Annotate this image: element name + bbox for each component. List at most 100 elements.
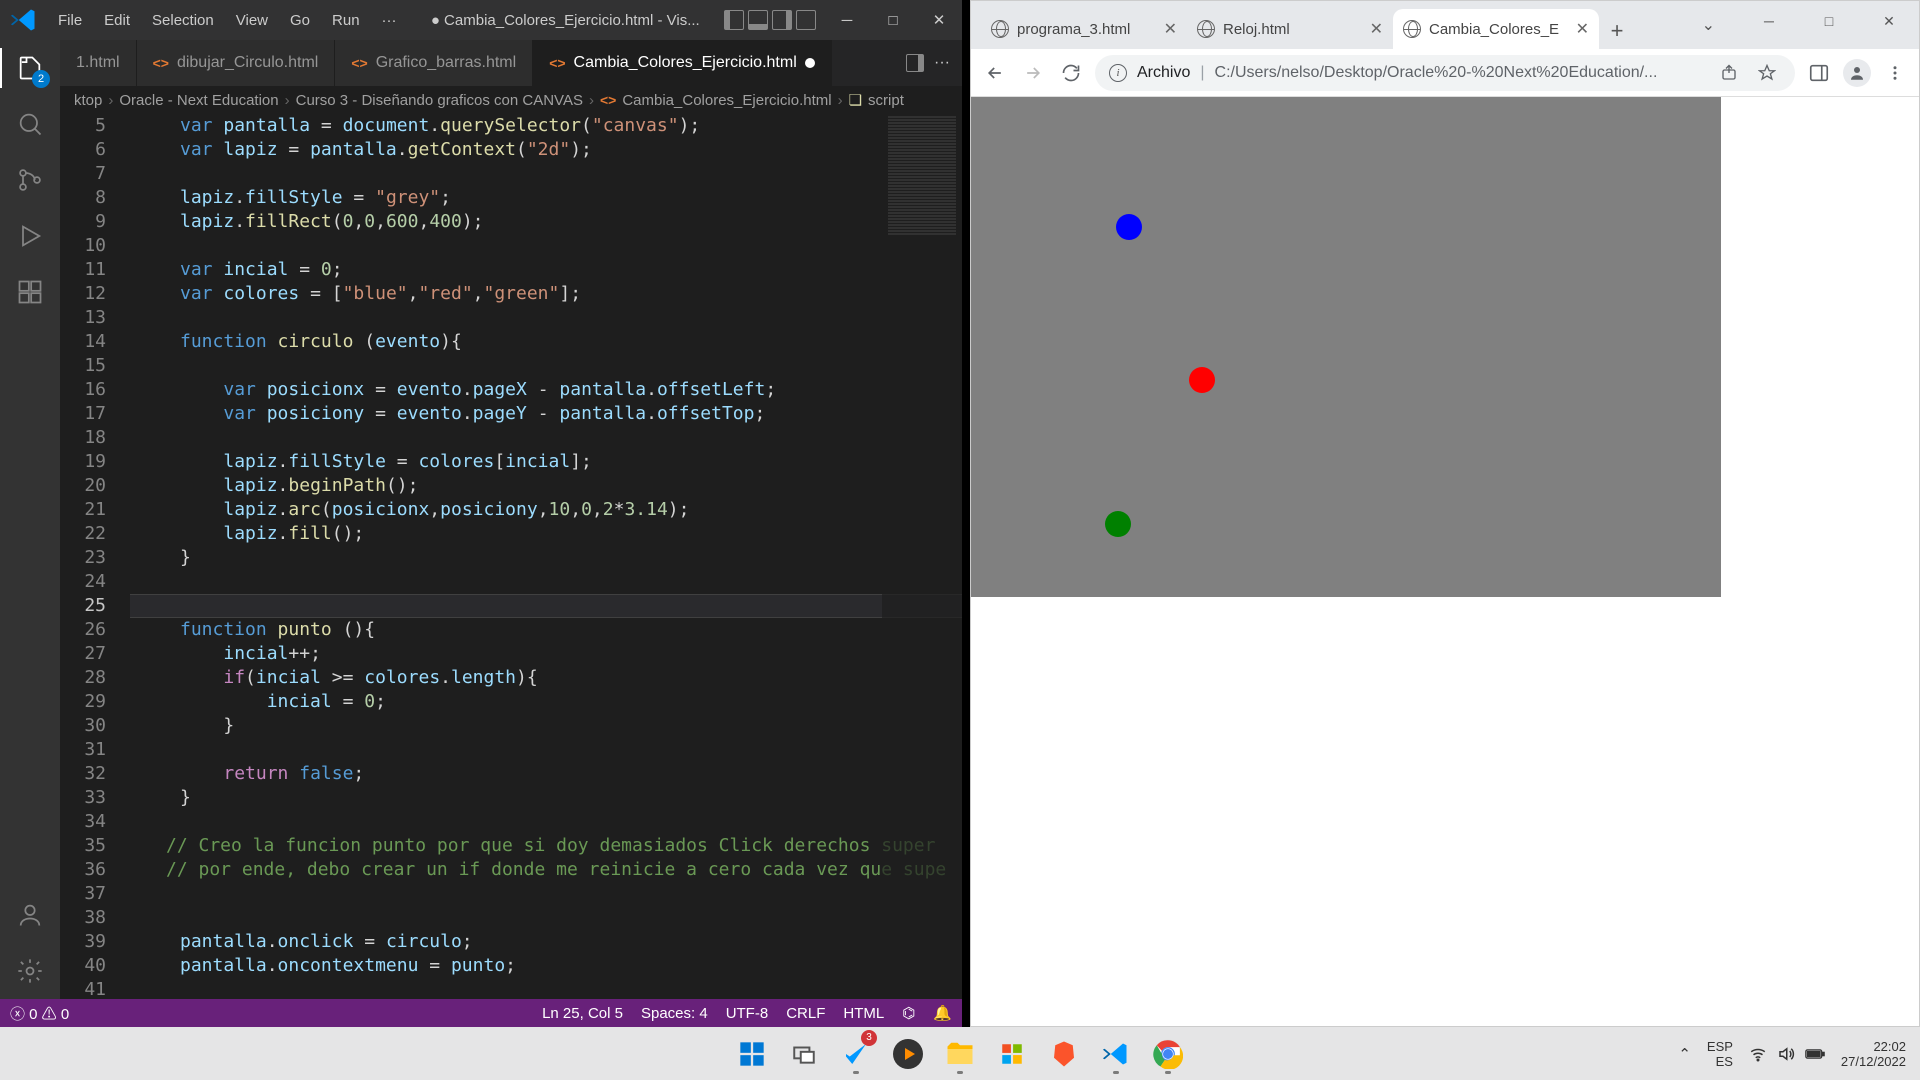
close-icon[interactable]: ✕ (1859, 1, 1919, 41)
extensions-icon[interactable] (14, 276, 46, 308)
code-content[interactable]: var pantalla = document.querySelector("c… (130, 114, 962, 999)
globe-icon (991, 20, 1009, 38)
menu-edit[interactable]: Edit (94, 8, 140, 33)
chrome-toolbar: i Archivo | C:/Users/nelso/Desktop/Oracl… (971, 49, 1919, 97)
taskbar-center: 3 (731, 1033, 1189, 1075)
address-bar[interactable]: i Archivo | C:/Users/nelso/Desktop/Oracl… (1095, 55, 1795, 91)
battery-icon[interactable] (1805, 1047, 1825, 1061)
globe-icon (1403, 20, 1421, 38)
reload-icon[interactable] (1057, 59, 1085, 87)
chrome-tab-programa3[interactable]: programa_3.html ✕ (981, 9, 1187, 49)
task-view-icon[interactable] (783, 1033, 825, 1075)
tab-more-icon[interactable]: ··· (934, 54, 950, 72)
tab-dibujar-circulo[interactable]: <>dibujar_Circulo.html (137, 40, 336, 86)
menu-go[interactable]: Go (280, 8, 320, 33)
layout-controls (724, 10, 816, 30)
minimize-icon[interactable]: ─ (824, 0, 870, 40)
tab-grafico-barras[interactable]: <>Grafico_barras.html (335, 40, 533, 86)
layout-panel-right-icon[interactable] (772, 10, 792, 30)
maximize-icon[interactable]: □ (1799, 1, 1859, 41)
windows-taskbar: 3 ⌃ ESPES 22:0227/12/2022 (0, 1027, 1920, 1080)
page-viewport (971, 97, 1919, 1026)
status-cursor[interactable]: Ln 25, Col 5 (542, 1005, 623, 1022)
wifi-icon[interactable] (1749, 1045, 1767, 1063)
language-indicator[interactable]: ESPES (1707, 1039, 1733, 1069)
activity-bar: 2 (0, 40, 60, 999)
minimize-icon[interactable]: ─ (1739, 1, 1799, 41)
vscode-window-title: ● Cambia_Colores_Ejercicio.html - Vis... (407, 12, 724, 29)
status-eol[interactable]: CRLF (786, 1005, 825, 1022)
blue-circle (1116, 214, 1142, 240)
vscode-menu: File Edit Selection View Go Run ··· (48, 8, 407, 33)
close-icon[interactable]: ✕ (916, 0, 962, 40)
html-file-icon: <> (153, 55, 169, 71)
menu-selection[interactable]: Selection (142, 8, 224, 33)
profile-avatar[interactable] (1843, 59, 1871, 87)
vscode-logo-icon (10, 6, 38, 34)
menu-file[interactable]: File (48, 8, 92, 33)
settings-gear-icon[interactable] (14, 955, 46, 987)
status-feedback-icon[interactable]: ⌬ (902, 1004, 915, 1022)
chrome-tab-cambia-colores[interactable]: Cambia_Colores_E ✕ (1393, 9, 1599, 49)
taskbar-app-vscode[interactable] (1095, 1033, 1137, 1075)
tab-1html[interactable]: 1.html (60, 40, 137, 86)
maximize-icon[interactable]: □ (870, 0, 916, 40)
status-errors[interactable]: ⓧ 0 ⚠ 0 (10, 1003, 69, 1024)
side-panel-icon[interactable] (1805, 59, 1833, 87)
taskbar-app-chrome[interactable] (1147, 1033, 1189, 1075)
account-icon[interactable] (14, 899, 46, 931)
taskbar-app-store[interactable] (991, 1033, 1033, 1075)
tab-dropdown-icon[interactable]: ⌄ (1702, 15, 1715, 35)
new-tab-button[interactable]: + (1599, 13, 1635, 49)
line-numbers: 5678910111213141516171819202122232425262… (60, 114, 130, 999)
tab-cambia-colores[interactable]: <>Cambia_Colores_Ejercicio.html (533, 40, 832, 86)
menu-run[interactable]: Run (322, 8, 370, 33)
tab-close-icon[interactable]: ✕ (1370, 19, 1383, 39)
menu-dots-icon[interactable] (1881, 59, 1909, 87)
green-circle (1105, 511, 1131, 537)
html-file-icon: <> (600, 92, 616, 108)
status-encoding[interactable]: UTF-8 (726, 1005, 769, 1022)
html-file-icon: <> (351, 55, 367, 71)
menu-view[interactable]: View (226, 8, 278, 33)
taskbar-app-brave[interactable] (1043, 1033, 1085, 1075)
search-icon[interactable] (14, 108, 46, 140)
clock[interactable]: 22:0227/12/2022 (1841, 1039, 1906, 1069)
system-tray: ⌃ ESPES 22:0227/12/2022 (1678, 1039, 1920, 1069)
source-control-icon[interactable] (14, 164, 46, 196)
tab-close-icon[interactable]: ✕ (1576, 19, 1589, 39)
info-icon[interactable]: i (1109, 64, 1127, 82)
taskbar-app-codeium[interactable]: 3 (835, 1033, 877, 1075)
vscode-window-controls: ─ □ ✕ (824, 0, 962, 40)
layout-customize-icon[interactable] (796, 10, 816, 30)
code-editor[interactable]: 5678910111213141516171819202122232425262… (60, 114, 962, 999)
canvas-element[interactable] (971, 97, 1721, 597)
volume-icon[interactable] (1777, 1045, 1795, 1063)
status-bell-icon[interactable]: 🔔 (933, 1004, 952, 1022)
layout-panel-bottom-icon[interactable] (748, 10, 768, 30)
breadcrumb[interactable]: ktop› Oracle - Next Education› Curso 3 -… (60, 86, 962, 114)
start-button[interactable] (731, 1033, 773, 1075)
status-spaces[interactable]: Spaces: 4 (641, 1005, 708, 1022)
forward-icon[interactable] (1019, 59, 1047, 87)
taskbar-app-explorer[interactable] (939, 1033, 981, 1075)
vscode-titlebar[interactable]: File Edit Selection View Go Run ··· ● Ca… (0, 0, 962, 40)
chrome-tab-reloj[interactable]: Reloj.html ✕ (1187, 9, 1393, 49)
chrome-window: ─ □ ✕ programa_3.html ✕ Reloj.html ✕ Cam… (970, 0, 1920, 1027)
bookmark-star-icon[interactable] (1753, 59, 1781, 87)
taskbar-app-media[interactable] (887, 1033, 929, 1075)
vscode-window: File Edit Selection View Go Run ··· ● Ca… (0, 0, 962, 1027)
split-editor-icon[interactable] (906, 54, 924, 72)
tray-chevron-icon[interactable]: ⌃ (1678, 1045, 1691, 1063)
status-language[interactable]: HTML (843, 1005, 884, 1022)
tab-close-icon[interactable]: ✕ (1164, 19, 1177, 39)
minimap[interactable] (882, 114, 962, 999)
layout-panel-left-icon[interactable] (724, 10, 744, 30)
red-circle (1189, 367, 1215, 393)
back-icon[interactable] (981, 59, 1009, 87)
run-debug-icon[interactable] (14, 220, 46, 252)
share-icon[interactable] (1715, 59, 1743, 87)
menu-more[interactable]: ··· (372, 8, 407, 33)
globe-icon (1197, 20, 1215, 38)
explorer-icon[interactable]: 2 (14, 52, 46, 84)
